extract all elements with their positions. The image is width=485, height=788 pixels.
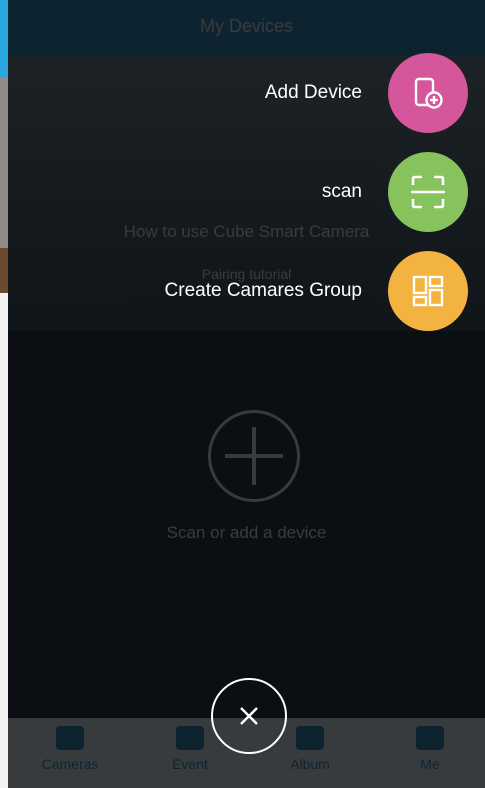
scan-button[interactable] [388,152,468,232]
group-icon [412,275,444,307]
create-group-button[interactable] [388,251,468,331]
menu-item-create-group[interactable]: Create Camares Group [165,251,468,331]
close-menu-button[interactable] [211,678,287,754]
add-device-plus-icon [208,410,300,502]
page-title: My Devices [199,16,293,36]
close-icon [240,707,258,725]
tab-me: Me [390,726,470,772]
add-device-label[interactable]: Add Device [265,82,362,104]
scan-label[interactable]: scan [322,181,362,203]
add-device-button[interactable] [388,53,468,133]
app-screen: My Devices How to use Cube Smart Camera … [8,0,485,788]
scan-icon [411,175,445,209]
add-device-hint: Scan or add a device [166,523,327,542]
app-header: My Devices [8,0,485,56]
previous-screen-edge [0,0,8,788]
menu-item-add-device[interactable]: Add Device [265,53,468,133]
create-group-label[interactable]: Create Camares Group [165,280,362,302]
menu-item-scan[interactable]: scan [322,152,468,232]
add-device-icon [414,77,443,109]
tab-cameras: Cameras [30,726,110,772]
